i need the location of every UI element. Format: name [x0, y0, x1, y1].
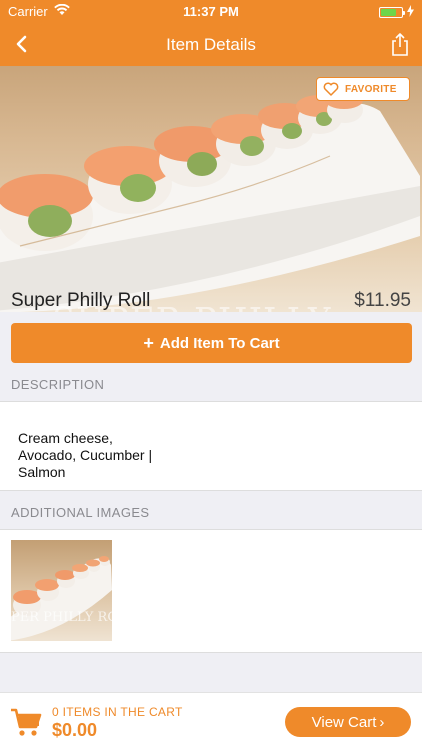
favorite-button[interactable]: FAVORITE	[316, 77, 410, 101]
battery-icon	[379, 7, 405, 18]
page-title: Item Details	[166, 35, 256, 54]
additional-images-header: ADDITIONAL IMAGES	[0, 492, 422, 530]
item-name: Super Philly Roll	[11, 290, 151, 311]
cart-bar: 0 ITEMS IN THE CART $0.00 View Cart ›	[0, 692, 422, 750]
share-icon	[392, 33, 408, 56]
additional-images-panel: PER PHILLY ROLL	[0, 530, 422, 653]
add-to-cart-button[interactable]: + Add Item To Cart	[11, 323, 412, 363]
cart-total: $0.00	[52, 720, 98, 740]
additional-image-thumbnail[interactable]: PER PHILLY ROLL	[11, 540, 112, 641]
favorite-label: FAVORITE	[345, 83, 397, 95]
sushi-thumbnail-photo	[11, 556, 112, 641]
description-line: Salmon	[18, 464, 66, 480]
cart-item-count: 0 ITEMS IN THE CART	[52, 705, 183, 719]
thumbnail-watermark: PER PHILLY ROLL	[11, 610, 112, 625]
view-cart-button[interactable]: View Cart ›	[285, 707, 411, 737]
charging-icon	[407, 5, 414, 20]
description-line: Avocado, Cucumber |	[18, 447, 153, 463]
nav-bar: Item Details	[0, 22, 422, 66]
status-bar: Carrier 11:37 PM	[0, 0, 422, 22]
share-button[interactable]	[386, 30, 414, 58]
cart-icon	[10, 707, 42, 737]
view-cart-label: View Cart	[311, 713, 377, 731]
description-line: Cream cheese,	[18, 430, 113, 446]
item-price: $11.95	[354, 290, 411, 311]
heart-icon	[323, 82, 339, 96]
status-right	[379, 5, 414, 20]
item-hero-image: SUPER PHILLY ROLL	[0, 66, 422, 312]
description-panel: Cream cheese, Avocado, Cucumber | Salmon	[0, 402, 422, 491]
status-time: 11:37 PM	[183, 4, 239, 19]
battery-level	[381, 9, 396, 16]
plus-icon: +	[143, 332, 154, 353]
sushi-photo	[0, 91, 420, 312]
add-to-cart-label: Add Item To Cart	[159, 334, 280, 352]
chevron-right-icon: ›	[379, 713, 385, 731]
description-text: Cream cheese, Avocado, Cucumber | Salmon	[18, 430, 178, 481]
description-header: DESCRIPTION	[0, 364, 422, 402]
